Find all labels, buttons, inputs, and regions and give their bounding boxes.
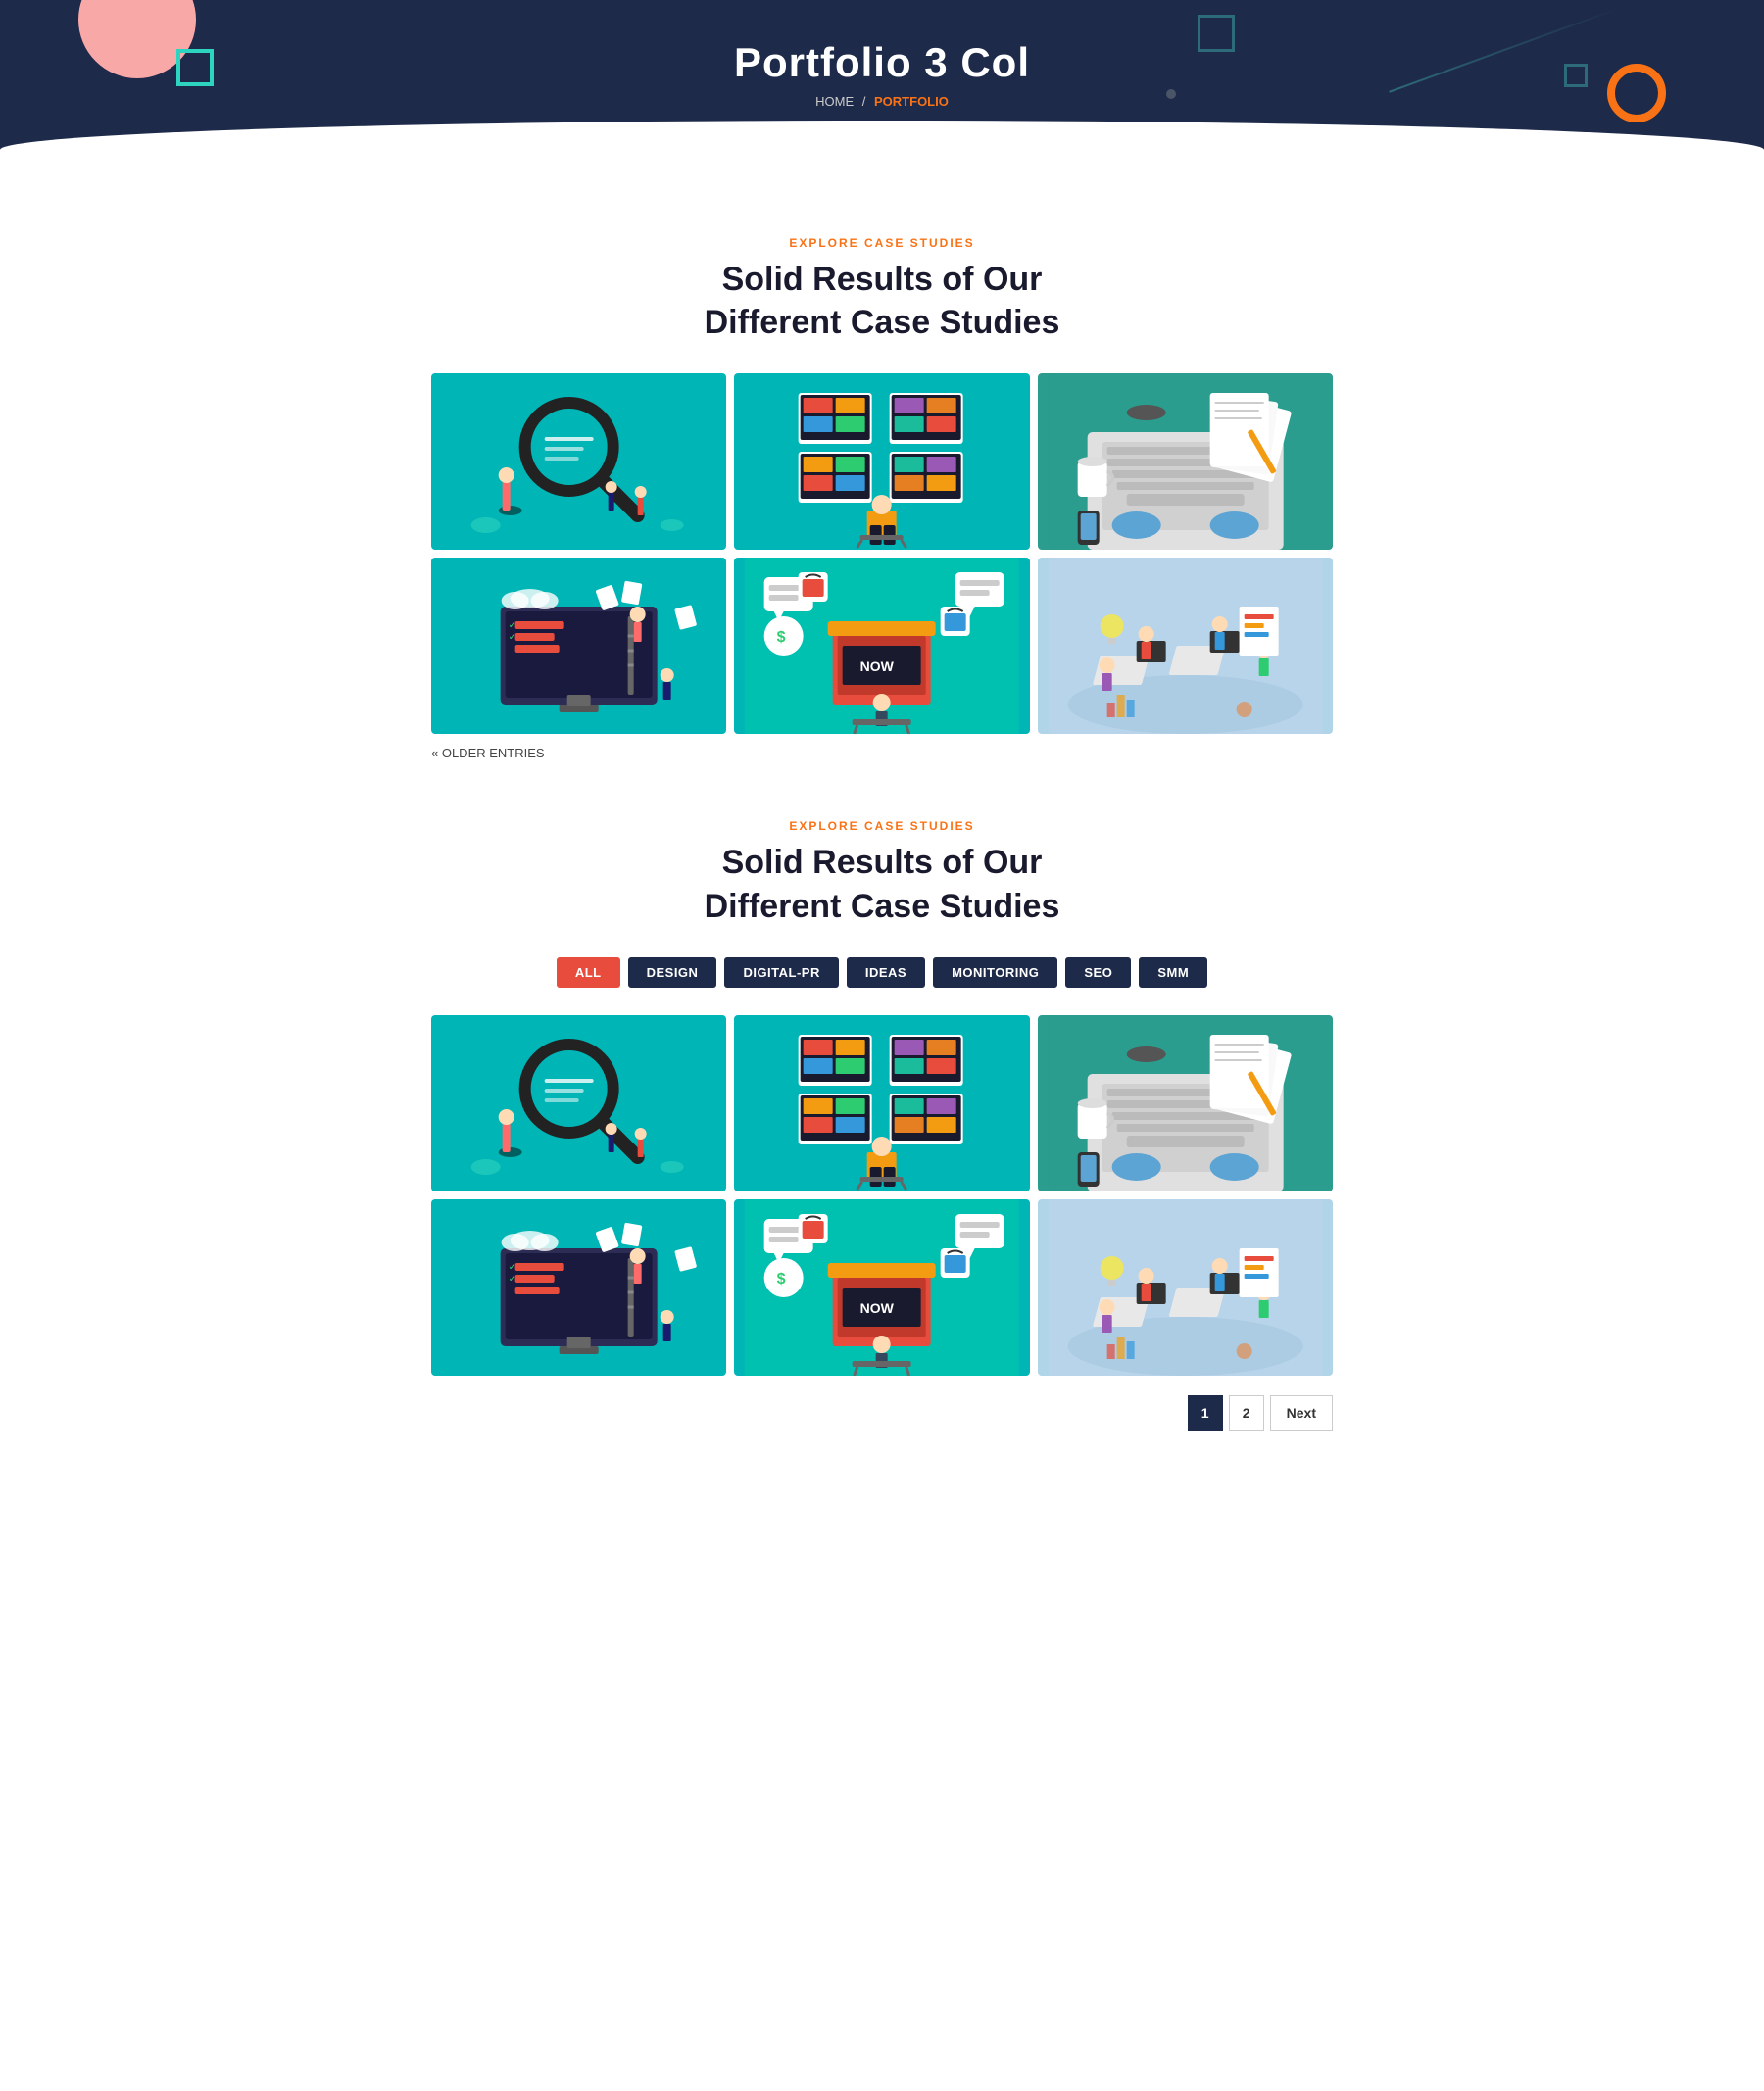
filter-tab-design[interactable]: DESIGN: [628, 957, 717, 988]
portfolio-item-1-3[interactable]: [1038, 373, 1333, 550]
portfolio-item-1-5[interactable]: $ NOW: [734, 558, 1029, 734]
illustration-monitor-upload: ✓ ✓: [431, 558, 726, 734]
portfolio-item-1-6[interactable]: [1038, 558, 1333, 734]
illustration-laptop: [1038, 373, 1333, 550]
breadcrumb: HOME / PORTFOLIO: [0, 94, 1764, 109]
filter-tab-seo[interactable]: SEO: [1065, 957, 1131, 988]
svg-text:✓: ✓: [509, 1274, 516, 1285]
filter-tab-smm[interactable]: SMM: [1139, 957, 1207, 988]
portfolio-item-1-2[interactable]: [734, 373, 1029, 550]
illustration-team-isometric: [1038, 558, 1333, 734]
section1-title: Solid Results of Our Different Case Stud…: [431, 258, 1333, 344]
illustration-monitor-upload-2: ✓ ✓: [431, 1199, 726, 1376]
illustration-shopping-now: $ NOW: [734, 558, 1029, 734]
main-content: EXPLORE CASE STUDIES Solid Results of Ou…: [412, 177, 1352, 1470]
section2-tag: EXPLORE CASE STUDIES: [431, 819, 1333, 833]
illustration-search: [431, 373, 726, 550]
illustration-dashboard-2: [734, 1015, 1029, 1191]
svg-text:NOW: NOW: [860, 658, 895, 674]
page-btn-1[interactable]: 1: [1188, 1395, 1223, 1431]
portfolio-item-2-6[interactable]: [1038, 1199, 1333, 1376]
page-btn-next[interactable]: Next: [1270, 1395, 1333, 1431]
portfolio-grid-2: ✓ ✓: [431, 1015, 1333, 1376]
portfolio-item-2-3[interactable]: [1038, 1015, 1333, 1191]
filter-tab-ideas[interactable]: IDEAS: [847, 957, 925, 988]
filter-tabs: ALL DESIGN DIGITAL-PR IDEAS MONITORING S…: [431, 957, 1333, 988]
portfolio-item-2-4[interactable]: ✓ ✓: [431, 1199, 726, 1376]
page-header: Portfolio 3 Col HOME / PORTFOLIO: [0, 0, 1764, 177]
section1-tag: EXPLORE CASE STUDIES: [431, 236, 1333, 250]
pagination: 1 2 Next: [431, 1395, 1333, 1431]
page-btn-2[interactable]: 2: [1229, 1395, 1264, 1431]
illustration-team-isometric-2: [1038, 1199, 1333, 1376]
section1-header: EXPLORE CASE STUDIES Solid Results of Ou…: [431, 236, 1333, 344]
svg-text:✓: ✓: [509, 620, 516, 631]
illustration-dashboard: [734, 373, 1029, 550]
older-entries[interactable]: « OLDER ENTRIES: [431, 746, 1333, 760]
breadcrumb-current: PORTFOLIO: [874, 94, 949, 109]
breadcrumb-home-link[interactable]: HOME: [815, 94, 854, 109]
portfolio-item-1-4[interactable]: ✓ ✓: [431, 558, 726, 734]
page-title: Portfolio 3 Col: [0, 39, 1764, 86]
illustration-search-2: [431, 1015, 726, 1191]
section2-title: Solid Results of Our Different Case Stud…: [431, 841, 1333, 927]
svg-text:$: $: [777, 1271, 786, 1288]
filter-tab-monitoring[interactable]: MONITORING: [933, 957, 1057, 988]
svg-text:✓: ✓: [509, 632, 516, 643]
svg-text:$: $: [777, 629, 786, 646]
portfolio-item-2-2[interactable]: [734, 1015, 1029, 1191]
filter-tab-digital-pr[interactable]: DIGITAL-PR: [724, 957, 838, 988]
illustration-shopping-now-2: $ NOW: [734, 1199, 1029, 1376]
portfolio-item-2-5[interactable]: $ NOW: [734, 1199, 1029, 1376]
older-entries-link[interactable]: « OLDER ENTRIES: [431, 746, 545, 760]
portfolio-item-1-1[interactable]: [431, 373, 726, 550]
svg-text:NOW: NOW: [860, 1300, 895, 1316]
illustration-laptop-2: [1038, 1015, 1333, 1191]
breadcrumb-separator: /: [862, 94, 866, 109]
portfolio-item-2-1[interactable]: [431, 1015, 726, 1191]
svg-text:✓: ✓: [509, 1262, 516, 1273]
section2-header: EXPLORE CASE STUDIES Solid Results of Ou…: [431, 819, 1333, 927]
filter-tab-all[interactable]: ALL: [557, 957, 620, 988]
portfolio-grid-1: ✓ ✓: [431, 373, 1333, 734]
